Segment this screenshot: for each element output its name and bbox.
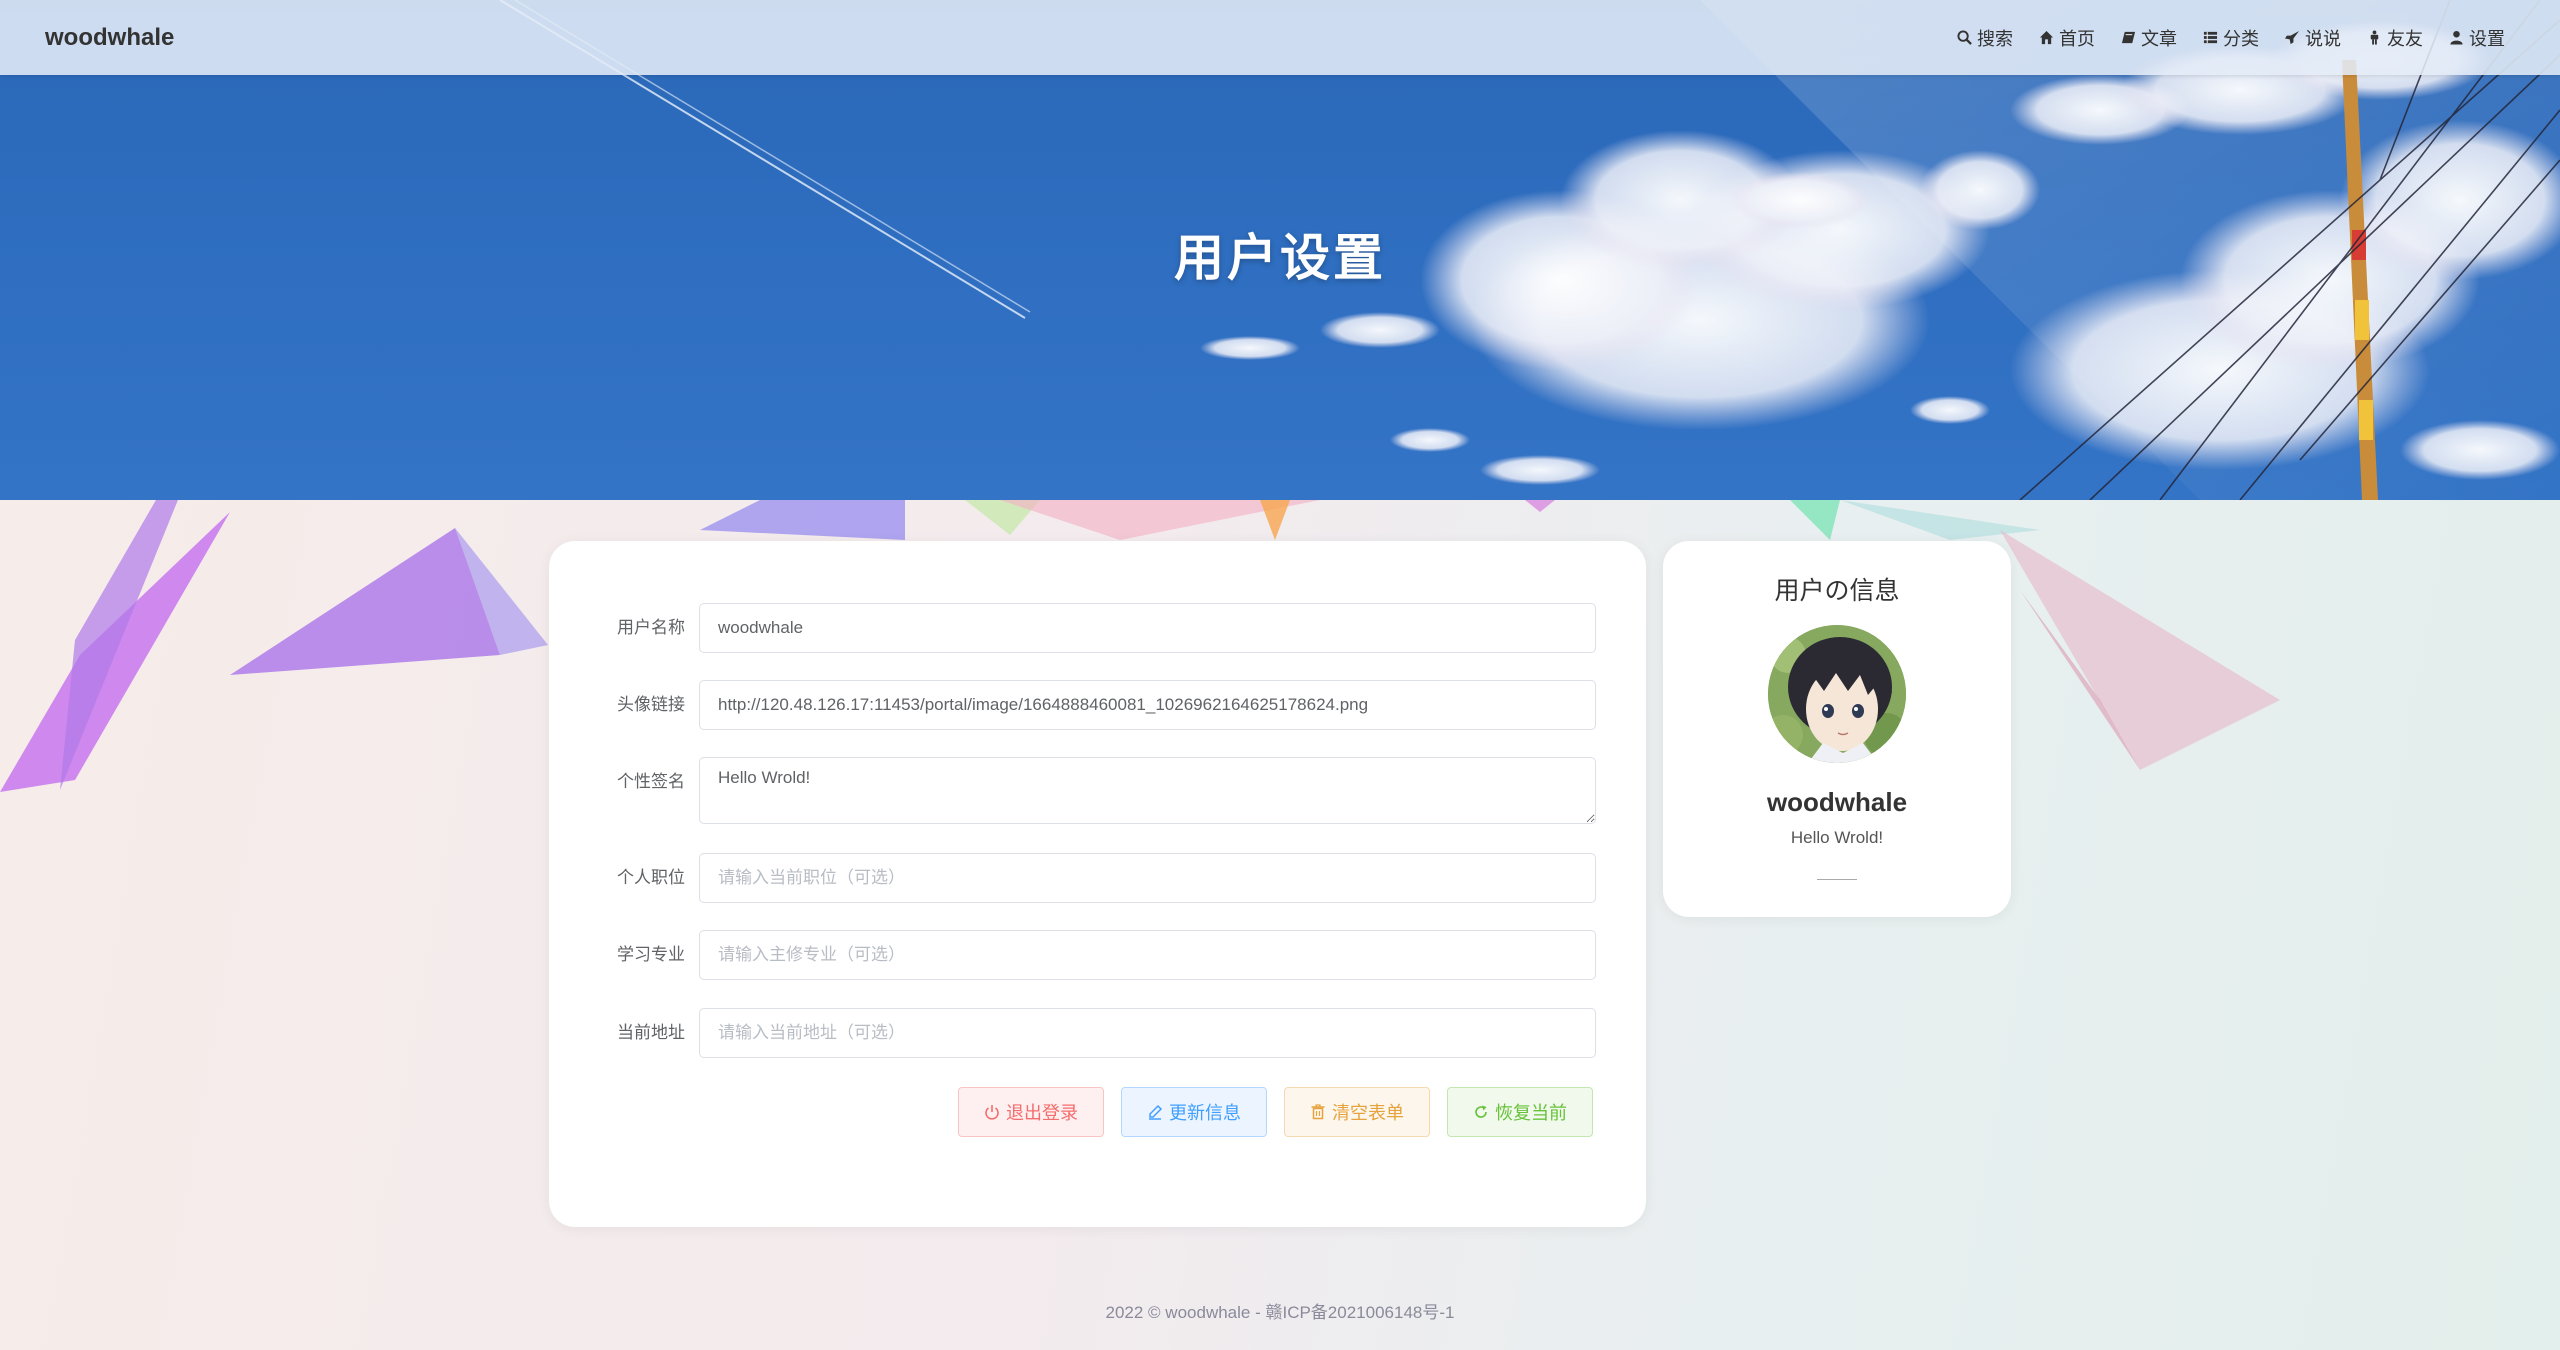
restore-button[interactable]: 恢复当前 <box>1447 1087 1593 1137</box>
hero-banner: 用户设置 <box>0 0 2560 500</box>
nav-item-label: 分类 <box>2223 28 2259 49</box>
clear-button[interactable]: 清空表单 <box>1284 1087 1430 1137</box>
nav-item-categories[interactable]: 分类 <box>2203 25 2259 51</box>
home-icon <box>2039 30 2054 45</box>
nav-menu: 搜索 首页 文章 分类 说说 友友 设置 <box>1957 0 2505 75</box>
nav-item-label: 首页 <box>2059 28 2095 49</box>
nav-item-label: 说说 <box>2305 28 2341 49</box>
book-icon <box>2121 31 2136 44</box>
restore-label: 恢复当前 <box>1495 1103 1567 1123</box>
major-input[interactable] <box>699 930 1596 980</box>
avatar-url-label: 头像链接 <box>617 695 685 714</box>
divider <box>1817 879 1857 880</box>
list-icon <box>2203 31 2218 44</box>
avatar-url-input[interactable] <box>699 680 1596 730</box>
position-label: 个人职位 <box>617 868 685 887</box>
nav-item-label: 设置 <box>2469 28 2505 49</box>
rocket-icon <box>2285 30 2300 45</box>
trash-icon <box>1311 1104 1325 1120</box>
footer-text: 2022 © woodwhale - 赣ICP备2021006148号-1 <box>1105 1303 1455 1322</box>
username-label: 用户名称 <box>617 618 685 637</box>
signature-textarea[interactable]: Hello Wrold! <box>699 757 1596 824</box>
nav-item-settings[interactable]: 设置 <box>2449 25 2505 51</box>
page-title: 用户设置 <box>1174 230 1386 286</box>
profile-signature: Hello Wrold! <box>1790 828 1884 847</box>
username-row: 用户名称 <box>549 603 1646 653</box>
search-icon <box>1957 30 1972 45</box>
brand-logo[interactable]: woodwhale <box>45 0 174 75</box>
profile-username: woodwhale <box>1766 787 1908 817</box>
nav-item-articles[interactable]: 文章 <box>2121 25 2177 51</box>
nav-item-label: 搜索 <box>1977 28 2013 49</box>
address-input[interactable] <box>699 1008 1596 1058</box>
major-label: 学习专业 <box>617 945 685 964</box>
nav-item-friends[interactable]: 友友 <box>2367 25 2423 51</box>
avatar-image <box>1768 625 1906 763</box>
avatar <box>1768 625 1906 763</box>
address-label: 当前地址 <box>617 1023 685 1042</box>
user-info-card: 用户の信息 woodwhale Hello Wrold! <box>1663 541 2011 917</box>
signature-label: 个性签名 <box>617 772 685 791</box>
nav-item-search[interactable]: 搜索 <box>1957 25 2013 51</box>
address-row: 当前地址 <box>549 1008 1646 1058</box>
power-icon <box>985 1105 999 1120</box>
position-row: 个人职位 <box>549 853 1646 903</box>
person-icon <box>2370 30 2379 45</box>
user-icon <box>2450 30 2463 45</box>
nav-item-home[interactable]: 首页 <box>2039 25 2095 51</box>
nav-item-label: 友友 <box>2387 28 2423 49</box>
logout-label: 退出登录 <box>1006 1103 1078 1123</box>
signature-row: 个性签名 Hello Wrold! <box>549 757 1646 824</box>
avatar-url-row: 头像链接 <box>549 680 1646 730</box>
username-input[interactable] <box>699 603 1596 653</box>
edit-icon <box>1149 1104 1163 1120</box>
position-input[interactable] <box>699 853 1596 903</box>
nav-item-moments[interactable]: 说说 <box>2285 25 2341 51</box>
form-actions: 退出登录 更新信息 清空表单 恢复当前 <box>958 1087 1593 1137</box>
nav-item-label: 文章 <box>2141 28 2177 49</box>
refresh-icon <box>1475 1105 1487 1118</box>
major-row: 学习专业 <box>549 930 1646 980</box>
update-label: 更新信息 <box>1169 1103 1241 1123</box>
update-button[interactable]: 更新信息 <box>1121 1087 1267 1137</box>
top-navbar: woodwhale 搜索 首页 文章 分类 说说 友友 设置 <box>0 0 2560 75</box>
clear-label: 清空表单 <box>1332 1103 1404 1123</box>
user-info-heading: 用户の信息 <box>1774 577 1900 605</box>
logout-button[interactable]: 退出登录 <box>958 1087 1104 1137</box>
